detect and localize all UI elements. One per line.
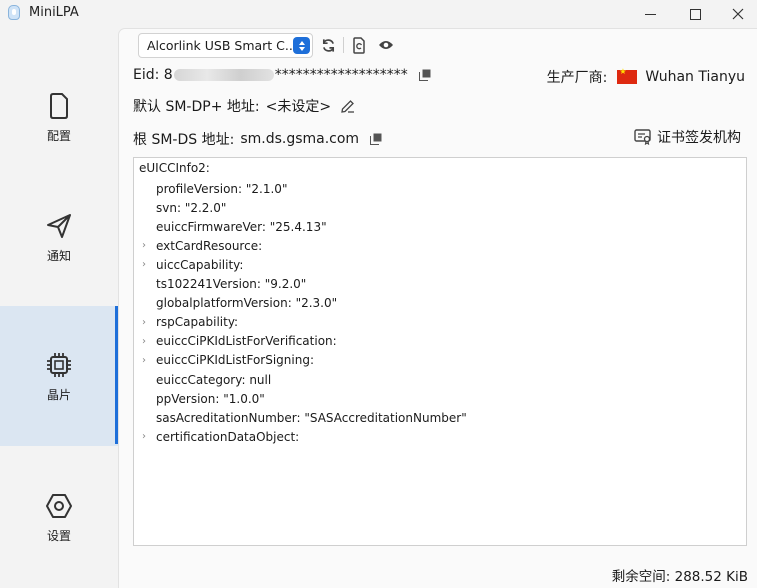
close-button[interactable] bbox=[718, 0, 757, 28]
certificate-icon bbox=[634, 129, 651, 145]
root-smds-row: 根 SM-DS 地址: sm.ds.gsma.com bbox=[133, 129, 383, 149]
default-smdp-row: 默认 SM-DP+ 地址: <未设定> bbox=[133, 96, 355, 116]
minimize-button[interactable] bbox=[630, 0, 670, 28]
tree-node[interactable]: extCardResource: bbox=[156, 236, 262, 255]
tree-node: profileVersion: "2.1.0" bbox=[156, 181, 288, 196]
default-smdp-label: 默认 SM-DP+ 地址: bbox=[133, 99, 260, 115]
manufacturer-value: Wuhan Tianyu bbox=[645, 69, 745, 85]
maximize-icon bbox=[689, 8, 701, 20]
expand-chevron-icon[interactable]: › bbox=[139, 236, 149, 255]
tree-node[interactable]: rspCapability: bbox=[156, 313, 238, 332]
certificate-issuer-label: 证书签发机构 bbox=[657, 130, 741, 146]
tree-node[interactable]: uiccCapability: bbox=[156, 255, 243, 274]
maximize-button[interactable] bbox=[675, 0, 715, 28]
hexagon-gear-icon bbox=[44, 491, 74, 521]
card-reader-value: Alcorlink USB Smart C... bbox=[147, 38, 297, 53]
tree-root-label: eUICCInfo2: bbox=[139, 161, 210, 175]
sidebar: 配置 通知 晶片 设置 bbox=[0, 28, 118, 588]
tree-node: euiccCategory: null bbox=[156, 372, 272, 387]
sidebar-item-label: 配置 bbox=[46, 128, 71, 143]
edit-icon bbox=[341, 100, 355, 113]
eid-blurred-digits bbox=[173, 69, 274, 81]
sidebar-item-settings[interactable]: 设置 bbox=[0, 448, 118, 586]
window-title: MiniLPA bbox=[29, 5, 79, 20]
tree-node[interactable]: euiccCiPKIdListForSigning: bbox=[156, 351, 314, 370]
tree-node[interactable]: certificationDataObject: bbox=[156, 427, 299, 446]
tree-node: sasAcreditationNumber: "SASAccreditation… bbox=[156, 410, 467, 425]
minimize-icon bbox=[644, 13, 656, 15]
main-panel: Alcorlink USB Smart C... Eid: 8 ********… bbox=[118, 28, 757, 588]
copy-icon bbox=[418, 69, 431, 81]
tree-node: svn: "2.2.0" bbox=[156, 200, 227, 215]
expand-chevron-icon[interactable]: › bbox=[139, 351, 149, 370]
eid-row: Eid: 8 ******************* bbox=[133, 67, 432, 83]
copy-smds-button[interactable] bbox=[369, 132, 383, 146]
manufacturer-label: 生产厂商: bbox=[546, 70, 608, 86]
expand-chevron-icon[interactable]: › bbox=[139, 332, 149, 351]
copy-eid-button[interactable] bbox=[418, 68, 432, 82]
refresh-button[interactable] bbox=[319, 36, 337, 54]
edit-smdp-button[interactable] bbox=[341, 99, 355, 113]
default-smdp-value: <未设定> bbox=[265, 99, 332, 115]
eid-prefix: Eid: 8 bbox=[133, 67, 173, 83]
root-smds-label: 根 SM-DS 地址: bbox=[133, 132, 235, 148]
tree-node: globalplatformVersion: "2.3.0" bbox=[156, 296, 338, 311]
manufacturer-row: 生产厂商: Wuhan Tianyu bbox=[547, 67, 745, 87]
sidebar-item-label: 设置 bbox=[46, 528, 71, 543]
certificate-issuer-button[interactable]: 证书签发机构 bbox=[634, 127, 741, 147]
close-icon bbox=[732, 8, 744, 20]
china-flag-icon bbox=[617, 67, 638, 84]
show-details-button[interactable] bbox=[377, 36, 395, 54]
card-reader-select[interactable]: Alcorlink USB Smart C... bbox=[138, 33, 313, 58]
sidebar-item-label: 通知 bbox=[46, 248, 71, 263]
euicc-info-tree[interactable]: eUICCInfo2: profileVersion: "2.1.0" svn: … bbox=[133, 157, 747, 546]
eye-icon bbox=[379, 41, 393, 49]
expand-chevron-icon[interactable]: › bbox=[139, 255, 149, 274]
expand-chevron-icon[interactable]: › bbox=[139, 313, 149, 332]
chip-icon bbox=[44, 350, 74, 380]
toolbar-divider bbox=[343, 37, 344, 53]
sidebar-item-notifications[interactable]: 通知 bbox=[0, 168, 118, 306]
sidebar-item-config[interactable]: 配置 bbox=[0, 48, 118, 186]
tree-node: euiccFirmwareVer: "25.4.13" bbox=[156, 219, 327, 234]
refresh-icon bbox=[322, 38, 334, 52]
title-bar: MiniLPA bbox=[0, 0, 757, 28]
eid-masked: ******************* bbox=[274, 67, 408, 83]
sim-card-icon bbox=[44, 91, 74, 121]
root-smds-value: sm.ds.gsma.com bbox=[240, 131, 360, 147]
paper-plane-icon bbox=[44, 211, 74, 241]
sim-refresh-button[interactable] bbox=[350, 36, 368, 54]
free-space-status: 剩余空间: 288.52 KiB bbox=[611, 569, 748, 585]
tree-node: ppVersion: "1.0.0" bbox=[156, 391, 265, 406]
sidebar-item-chip[interactable]: 晶片 bbox=[0, 306, 118, 446]
sim-card-refresh-icon bbox=[353, 36, 365, 54]
app-logo-icon bbox=[8, 5, 20, 20]
dropdown-arrows-icon bbox=[293, 37, 310, 54]
sidebar-item-label: 晶片 bbox=[46, 387, 71, 402]
tree-node: ts102241Version: "9.2.0" bbox=[156, 277, 307, 291]
tree-node[interactable]: euiccCiPKIdListForVerification: bbox=[156, 332, 337, 351]
expand-chevron-icon[interactable]: › bbox=[139, 427, 149, 446]
copy-icon bbox=[370, 133, 382, 145]
